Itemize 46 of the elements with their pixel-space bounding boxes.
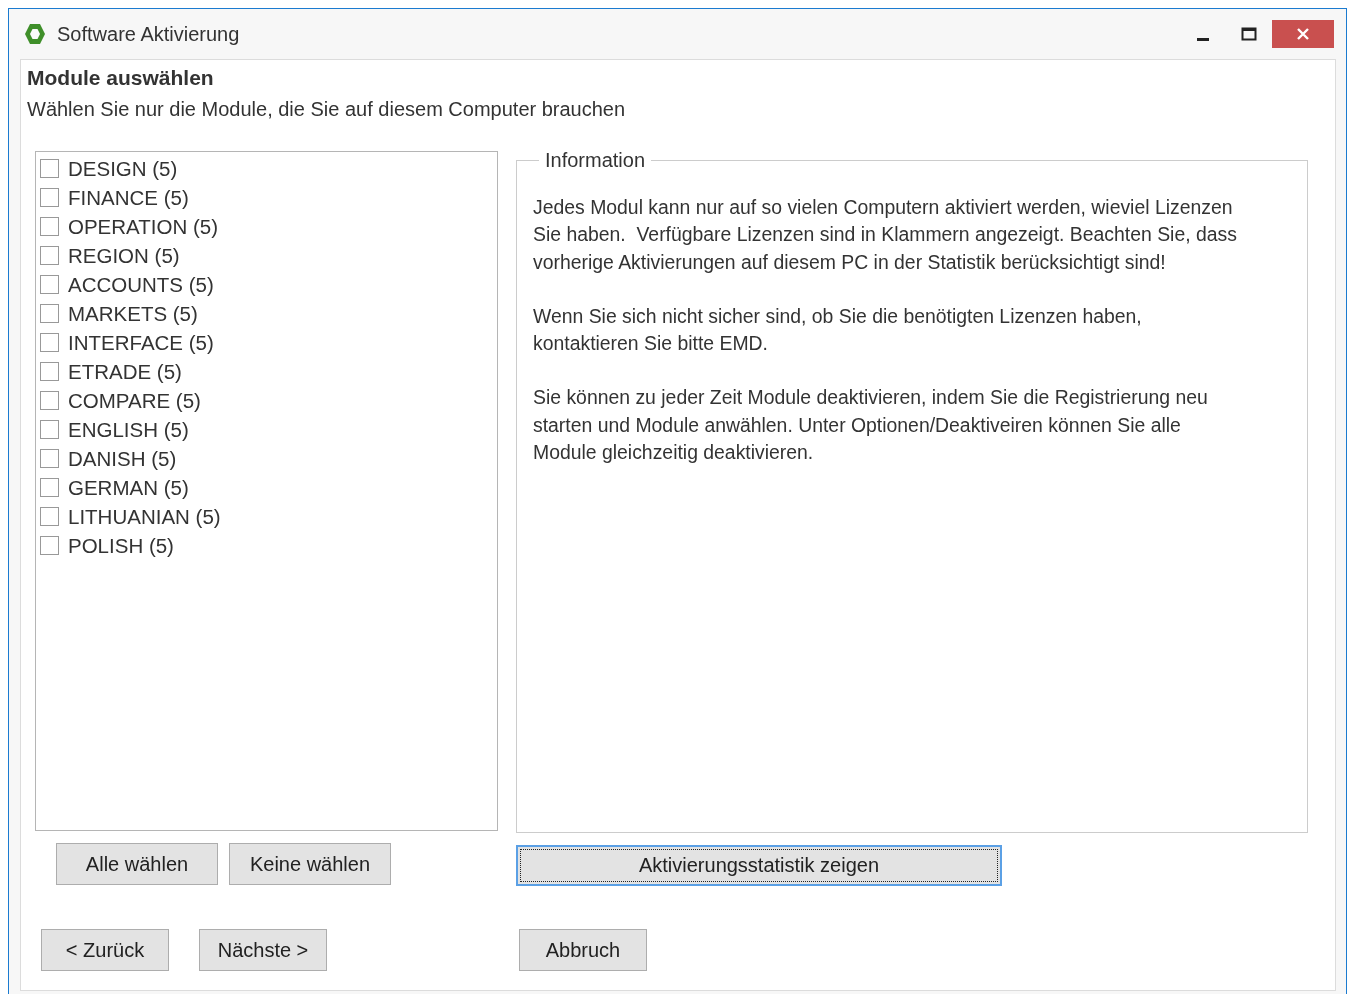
instruction-text: Wählen Sie nur die Module, die Sie auf diesem Computer brauchen — [27, 98, 627, 121]
module-label[interactable]: DESIGN (5) — [68, 156, 178, 181]
checkbox[interactable] — [40, 246, 59, 265]
checkbox[interactable] — [40, 449, 59, 468]
checkbox[interactable] — [40, 275, 59, 294]
module-label[interactable]: GERMAN (5) — [68, 475, 189, 500]
info-paragraph: Jedes Modul kann nur auf so vielen Computern aktiviert werden, wieviel Lizenzen Sie haben. Verfügbare Lizenzen sind in Klammern angezeigt. Beachten Sie, dass vorherige Aktivierungen auf diesem PC in der Statistik berücksichtigt sind! — [533, 195, 1238, 275]
checkbox[interactable] — [40, 304, 59, 323]
checkbox[interactable] — [40, 159, 59, 178]
section-heading: Module auswählen — [27, 66, 215, 90]
checkbox[interactable] — [40, 507, 59, 526]
hexagon-ring-icon — [23, 22, 47, 46]
checkbox[interactable] — [40, 391, 59, 410]
module-label[interactable]: MARKETS (5) — [68, 301, 198, 326]
navigation-button[interactable]: Abbruch — [519, 929, 647, 971]
checkbox[interactable] — [40, 362, 59, 381]
info-paragraph: Wenn Sie sich nicht sicher sind, ob Sie die benötigten Lizenzen haben, kontaktieren Sie bitte EMD. — [533, 303, 1143, 357]
select-button[interactable]: Keine wählen — [229, 843, 391, 885]
module-label[interactable]: DANISH (5) — [68, 446, 177, 471]
close-button[interactable] — [1272, 20, 1334, 48]
statistics-button[interactable]: Aktivierungsstatistik zeigen — [516, 845, 1002, 886]
checkbox[interactable] — [40, 478, 59, 497]
module-label[interactable]: INTERFACE (5) — [68, 330, 214, 355]
checkbox[interactable] — [40, 420, 59, 439]
module-label[interactable]: COMPARE (5) — [68, 388, 201, 413]
module-label[interactable]: ENGLISH (5) — [68, 417, 189, 442]
checkbox[interactable] — [40, 536, 59, 555]
navigation-button[interactable]: Nächste > — [199, 929, 327, 971]
module-label[interactable]: ETRADE (5) — [68, 359, 182, 384]
module-label[interactable]: OPERATION (5) — [68, 214, 218, 239]
module-label[interactable]: ACCOUNTS (5) — [68, 272, 214, 297]
navigation-button[interactable]: < Zurück — [41, 929, 169, 971]
checkbox[interactable] — [40, 333, 59, 352]
module-label[interactable]: POLISH (5) — [68, 533, 174, 558]
group-legend: Information — [539, 149, 652, 172]
module-label[interactable]: FINANCE (5) — [68, 185, 189, 210]
module-label[interactable]: LITHUANIAN (5) — [68, 504, 221, 529]
close-icon — [1295, 26, 1311, 42]
maximize-icon — [1241, 27, 1257, 41]
minimize-icon — [1197, 37, 1209, 41]
module-label[interactable]: REGION (5) — [68, 243, 180, 268]
select-button[interactable]: Alle wählen — [56, 843, 218, 885]
checkbox[interactable] — [40, 217, 59, 236]
window-title: Software Aktivierung — [57, 22, 240, 46]
info-paragraph: Sie können zu jeder Zeit Module deaktivieren, indem Sie die Registrierung neu starten und Module anwählen. Unter Optionen/Deaktiveiren können Sie alle Module gleichzeitig deaktivieren. — [533, 385, 1209, 466]
checkbox[interactable] — [40, 188, 59, 207]
